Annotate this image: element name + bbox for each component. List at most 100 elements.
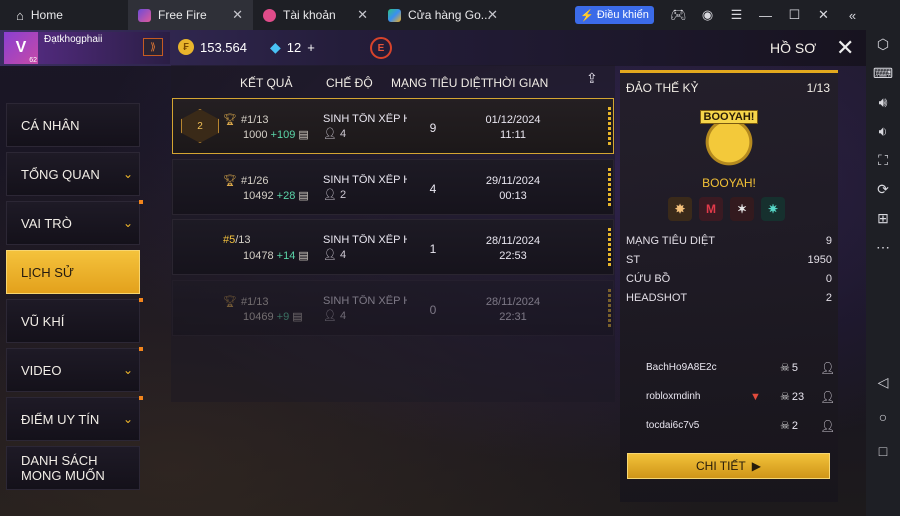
tab-account[interactable]: Tài khoản ✕ [253, 0, 378, 30]
gold-coin-icon: ₣ [178, 39, 194, 55]
tab-label: Tài khoản [283, 8, 336, 22]
match-row[interactable]: 🏆︎ #1/26 10492 +28 ▤ SINH TỒN XẾP HẠ 👤︎ … [172, 159, 614, 215]
skull-icon: ☠ [780, 391, 790, 403]
teammate-name: robloxmdinh [646, 391, 701, 402]
avatar: V 62 [4, 32, 38, 64]
menu-label: CÁ NHÂN [21, 117, 80, 133]
settings-hex-icon[interactable]: ⬡ [866, 36, 900, 53]
match-time: 28/11/2024 22:31 [473, 295, 553, 325]
tab-play-store[interactable]: Cửa hàng Go... ✕ [378, 0, 508, 30]
screenshot-icon[interactable]: ⛶ [866, 152, 900, 169]
tab-label: Free Fire [158, 8, 207, 22]
maximize-icon[interactable]: ☐ [780, 7, 809, 23]
details-button[interactable]: CHI TIẾT ▶ [627, 453, 830, 479]
menu-item-video[interactable]: VIDEO ⌄ [6, 347, 143, 392]
lightning-icon: ⚡ [580, 9, 594, 22]
kill-badge-icon: ✶ [730, 197, 754, 221]
rank-points: 10478 +14 ▤ [243, 249, 309, 262]
menu-item-reputation[interactable]: ĐIỂM UY TÍN ⌄ [6, 396, 143, 441]
menu-label: DANH SÁCH [21, 453, 98, 468]
menu-item-history[interactable]: LỊCH SỬ [6, 250, 140, 294]
column-header-time: THỜI GIAN [486, 76, 549, 90]
tab-free-fire[interactable]: Free Fire ✕ [128, 0, 253, 30]
collapse-sidebar-icon[interactable]: « [838, 8, 867, 23]
column-header-mode: CHẾ ĐỘ [326, 76, 373, 90]
home-circle-icon[interactable]: ○ [866, 409, 900, 425]
diamond-amount: 12 [286, 40, 302, 55]
volume-up-icon[interactable]: 🔊︎ [866, 94, 900, 111]
add-friend-icon[interactable]: 👤︎ [820, 419, 835, 433]
gamepad-icon[interactable]: 🎮︎ [664, 7, 693, 23]
more-icon[interactable]: ⋯ [866, 239, 900, 256]
close-icon[interactable]: ✕ [487, 7, 498, 23]
team-count: 2 [340, 189, 347, 201]
match-rank: 🏆︎ #1/13 [223, 113, 269, 127]
teammate-kills: ☠ 23 [780, 390, 804, 404]
teammate-row[interactable]: tocdai6c7v5 ☠ 2 👤︎ [626, 411, 835, 440]
add-friend-icon[interactable]: 👤︎ [820, 390, 835, 404]
plus-icon[interactable]: + [307, 40, 315, 55]
user-circle-icon[interactable]: ◉ [693, 7, 722, 23]
row-accent [608, 289, 611, 329]
home-icon: ⌂ [16, 7, 24, 23]
match-row[interactable]: #5/13 10478 +14 ▤ SINH TỒN XẾP HẠ 👤︎ 4 1… [172, 219, 614, 275]
match-time: 01/12/2024 11:11 [473, 113, 553, 143]
match-row[interactable]: 2 🏆︎ #1/13 1000 +109 ▤ SINH TỒN XẾP HẠ 👤… [172, 98, 614, 154]
points: 1000 [243, 129, 268, 141]
control-label: Điều khiển [596, 9, 649, 21]
teammate-row[interactable]: BachHo9A8E2c ☠ 5 👤︎ [626, 353, 835, 382]
match-clock: 22:53 [499, 250, 527, 262]
notification-dot [139, 200, 143, 204]
details-icon: ▤ [298, 129, 309, 141]
booyah-logo-text: BOOYAH! [699, 110, 759, 124]
row-accent [608, 228, 611, 268]
share-icon[interactable]: ⇪ [586, 70, 606, 86]
volume-down-icon[interactable]: 🔉︎ [866, 123, 900, 140]
menu-item-roles[interactable]: VAI TRÒ ⌄ [6, 200, 143, 245]
points-delta: +9 [276, 311, 290, 323]
match-date: 28/11/2024 [485, 235, 541, 247]
keyboard-icon[interactable]: ⌨ [866, 65, 900, 82]
stat-value: 9 [825, 234, 832, 247]
tab-home[interactable]: ⌂ Home [0, 0, 128, 30]
player-level: 62 [29, 57, 37, 64]
menu-item-personal[interactable]: CÁ NHÂN [6, 103, 140, 147]
stat-value: 0 [825, 272, 832, 285]
column-header-kills: MẠNG TIÊU DIỆT [391, 76, 489, 90]
team-size: 👤︎ 4 [323, 248, 346, 261]
match-count: 1/13 [806, 81, 830, 95]
add-friend-icon[interactable]: 👤︎ [820, 361, 835, 375]
points: 10469 [243, 311, 274, 323]
close-window-icon[interactable]: ✕ [809, 7, 838, 23]
team-count: 4 [340, 249, 347, 261]
total-players: /13 [253, 295, 269, 308]
diamond-counter[interactable]: ◆ 12 + [270, 39, 315, 56]
close-icon[interactable]: ✕ [357, 7, 368, 23]
close-icon[interactable]: ✕ [232, 7, 243, 23]
control-button[interactable]: ⚡ Điều khiển [575, 6, 654, 24]
tab-label: Cửa hàng Go... [408, 8, 491, 22]
menu-icon[interactable]: ☰ [722, 7, 751, 23]
install-apk-icon[interactable]: ⊞ [866, 210, 900, 227]
match-date: 29/11/2024 [485, 175, 541, 187]
menu-label: VAI TRÒ [21, 215, 72, 231]
match-row[interactable]: 🏆︎ #1/13 10469 +9 ▤ SINH TỒN XẾP HẠ 👤︎ 4… [172, 280, 614, 336]
close-icon[interactable]: ✕ [836, 35, 854, 61]
teammate-row[interactable]: robloxmdinh ▼ ☠ 23 👤︎ [626, 382, 835, 411]
back-icon[interactable]: ◁ [866, 374, 900, 391]
person-icon: 👤︎ [323, 249, 337, 261]
menu-item-overview[interactable]: TỔNG QUAN ⌄ [6, 152, 140, 196]
free-fire-icon [138, 8, 151, 22]
emulator-sidebar: ⬡ ⌨ 🔊︎ 🔉︎ ⛶ ⟳ ⊞ ⋯ ◁ ○ □ [866, 30, 900, 516]
tab-label: Home [30, 8, 63, 22]
booyah-rank-badge-icon: 2 [181, 109, 219, 143]
menu-item-wishlist[interactable]: DANH SÁCH MONG MUỐN [6, 446, 140, 490]
elite-pass-badge[interactable]: E [370, 37, 392, 59]
recent-apps-icon[interactable]: □ [866, 443, 900, 459]
menu-item-weapons[interactable]: VŨ KHÍ [6, 298, 143, 343]
game-mode: SINH TỒN XẾP HẠ [323, 234, 407, 246]
rotate-icon[interactable]: ⟳ [866, 181, 900, 198]
team-size: 👤︎ 2 [323, 188, 346, 201]
minimize-icon[interactable]: — [751, 8, 780, 23]
details-icon: ▤ [292, 311, 303, 323]
